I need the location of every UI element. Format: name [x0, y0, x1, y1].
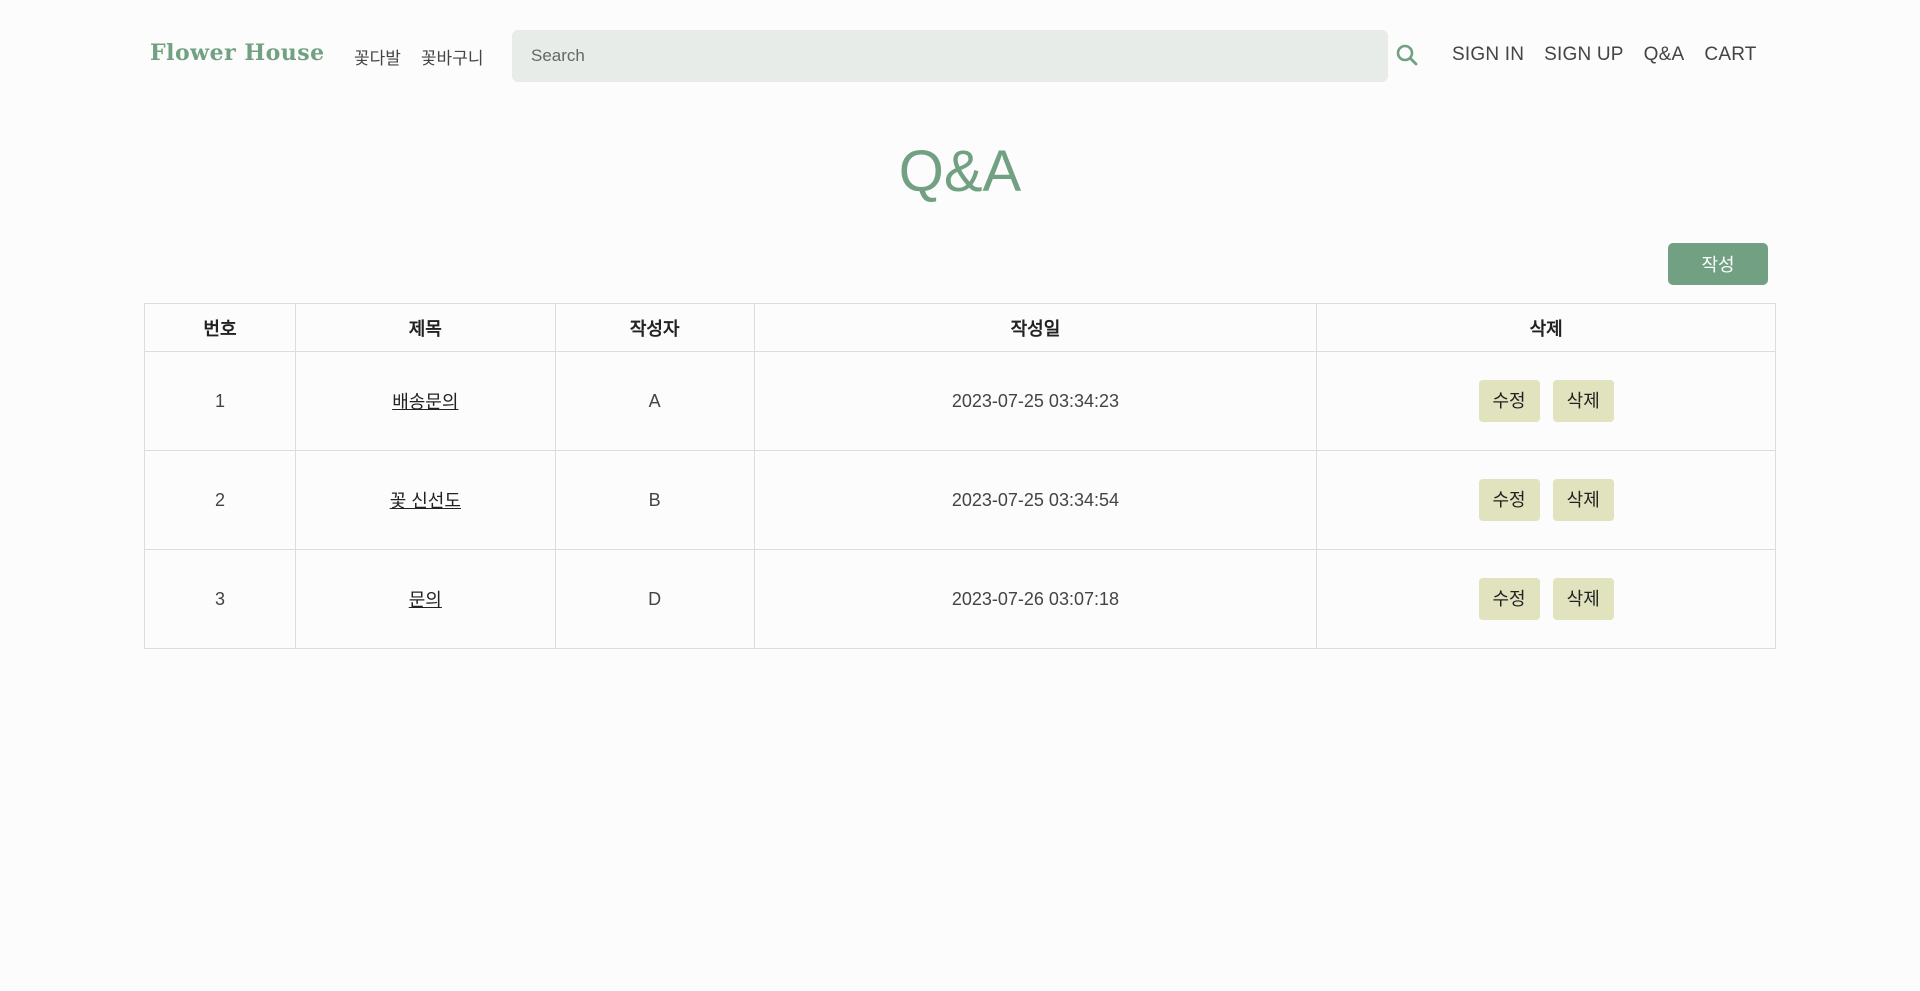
cell-number: 1: [144, 351, 296, 451]
nav-qna[interactable]: Q&A: [1644, 44, 1685, 66]
cell-actions: 수정 삭제: [1316, 450, 1776, 550]
cell-date: 2023-07-25 03:34:23: [753, 351, 1318, 451]
search-icon: [1396, 44, 1418, 66]
header-delete: 삭제: [1316, 303, 1776, 352]
edit-button[interactable]: 수정: [1478, 578, 1540, 620]
cell-date: 2023-07-26 03:07:18: [753, 549, 1318, 649]
cell-number: 3: [144, 549, 296, 649]
table-header-row: 번호 제목 작성자 작성일 삭제: [144, 303, 1776, 352]
cell-title: 꽃 신선도: [294, 450, 556, 550]
page-title: Q&A: [898, 139, 1022, 204]
qna-table: 번호 제목 작성자 작성일 삭제 1 배송문의 A 2023-07-25 03:…: [144, 303, 1776, 649]
header-date: 작성일: [753, 303, 1318, 352]
edit-button[interactable]: 수정: [1478, 380, 1540, 422]
site-header: Flower House 꽃다발 꽃바구니 SIGN IN SIGN UP Q&…: [0, 0, 1920, 108]
nav-cart[interactable]: CART: [1704, 44, 1756, 66]
edit-button[interactable]: 수정: [1478, 479, 1540, 521]
cell-actions: 수정 삭제: [1316, 351, 1776, 451]
logo[interactable]: Flower House: [150, 40, 325, 66]
post-title-link[interactable]: 꽃 신선도: [390, 491, 461, 511]
account-nav: SIGN IN SIGN UP Q&A CART: [1452, 44, 1757, 66]
cell-actions: 수정 삭제: [1316, 549, 1776, 649]
nav-basket[interactable]: 꽃바구니: [421, 44, 484, 69]
header-title: 제목: [294, 303, 556, 352]
table-row: 1 배송문의 A 2023-07-25 03:34:23 수정 삭제: [144, 351, 1776, 451]
cell-writer: A: [554, 351, 755, 451]
cell-number: 2: [144, 450, 296, 550]
header-number: 번호: [144, 303, 296, 352]
delete-button[interactable]: 삭제: [1552, 479, 1614, 521]
cell-writer: D: [554, 549, 755, 649]
post-title-link[interactable]: 배송문의: [392, 392, 458, 412]
cell-title: 문의: [294, 549, 556, 649]
write-button[interactable]: 작성: [1668, 243, 1768, 285]
cell-date: 2023-07-25 03:34:54: [753, 450, 1318, 550]
search-input[interactable]: [512, 30, 1388, 82]
category-nav: 꽃다발 꽃바구니: [354, 44, 483, 69]
table-row: 3 문의 D 2023-07-26 03:07:18 수정 삭제: [144, 549, 1776, 649]
search-button[interactable]: [1392, 40, 1422, 70]
nav-sign-up[interactable]: SIGN UP: [1544, 44, 1624, 66]
cell-writer: B: [554, 450, 755, 550]
nav-bouquet[interactable]: 꽃다발: [354, 44, 401, 69]
post-title-link[interactable]: 문의: [409, 590, 442, 610]
delete-button[interactable]: 삭제: [1552, 578, 1614, 620]
header-writer: 작성자: [554, 303, 755, 352]
nav-sign-in[interactable]: SIGN IN: [1452, 44, 1524, 66]
delete-button[interactable]: 삭제: [1552, 380, 1614, 422]
table-row: 2 꽃 신선도 B 2023-07-25 03:34:54 수정 삭제: [144, 450, 1776, 550]
cell-title: 배송문의: [294, 351, 556, 451]
